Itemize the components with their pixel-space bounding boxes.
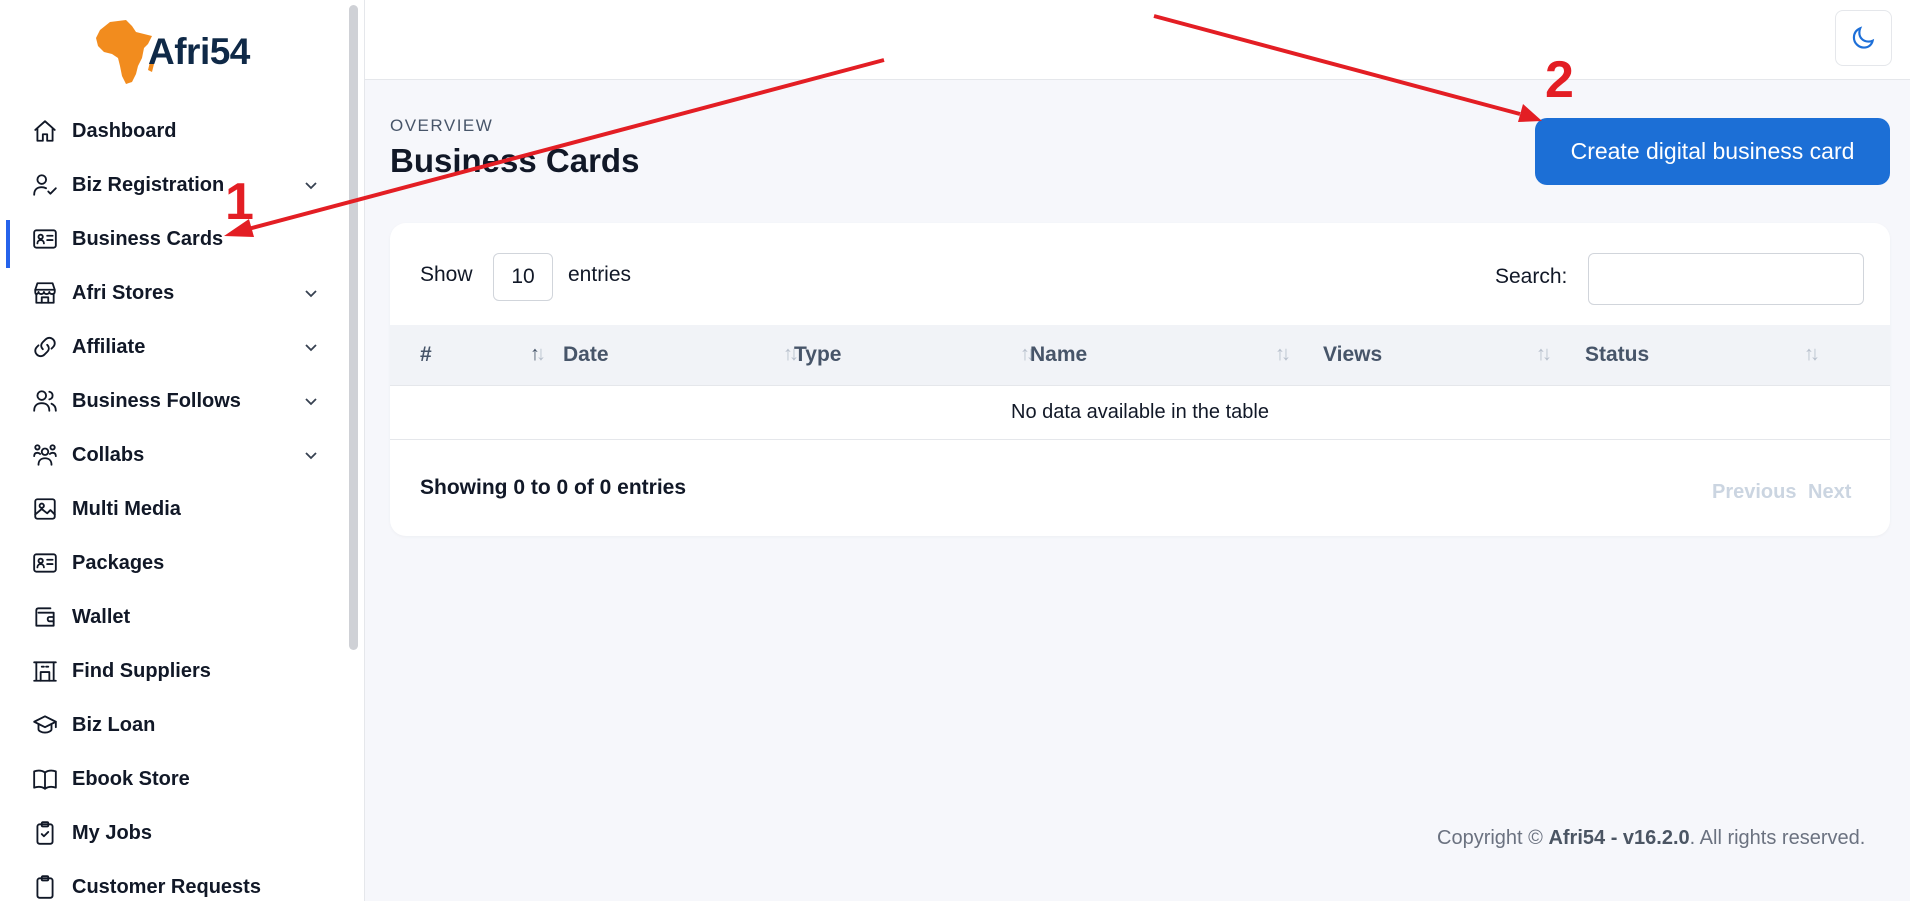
sidebar-item-find-suppliers[interactable]: Find Suppliers <box>0 644 346 698</box>
sidebar-item-label: Biz Registration <box>72 173 225 196</box>
clipboard-icon <box>32 874 58 900</box>
footer-suffix: . All rights reserved. <box>1689 827 1866 849</box>
group-icon <box>32 442 58 468</box>
column-header-type[interactable]: Type <box>794 343 841 367</box>
sidebar-item-label: My Jobs <box>72 821 153 844</box>
sidebar-item-my-jobs[interactable]: My Jobs <box>0 806 346 860</box>
sidebar-item-biz-loan[interactable]: Biz Loan <box>0 698 346 752</box>
sidebar-scrollbar-thumb[interactable] <box>349 5 358 650</box>
topbar <box>365 0 1910 80</box>
chevron-down-icon <box>303 176 319 192</box>
column-header-number[interactable]: # <box>420 343 432 367</box>
table-header: # ↑↓ Date ↑↓ Type ↑↓ Name ↑↓ Views ↑↓ St… <box>390 325 1890 386</box>
moon-icon <box>1852 26 1874 49</box>
user-check-icon <box>32 172 58 198</box>
sort-icon[interactable]: ↑↓ <box>1536 343 1552 366</box>
id-card-icon <box>32 550 58 576</box>
sort-icon[interactable]: ↑↓ <box>1275 343 1291 366</box>
copyright-footer: Copyright © Afri54 - v16.2.0. All rights… <box>1437 827 1865 850</box>
page-overline: OVERVIEW <box>390 116 494 135</box>
chevron-down-icon <box>303 446 319 462</box>
sidebar-item-packages[interactable]: Packages <box>0 536 346 590</box>
entries-label: entries <box>568 263 632 286</box>
sidebar-item-label: Wallet <box>72 605 131 628</box>
annotation-step-1: 1 <box>225 173 254 231</box>
theme-toggle-button[interactable] <box>1835 10 1892 66</box>
chevron-down-icon <box>303 284 319 300</box>
link-icon <box>32 334 58 360</box>
chevron-down-icon <box>303 392 319 408</box>
page-length-select[interactable]: 10 <box>493 253 553 301</box>
business-cards-table-card: Show 10 entries Search: # ↑↓ Date ↑↓ Typ… <box>390 223 1890 536</box>
sidebar-item-business-cards[interactable]: Business Cards <box>0 212 346 268</box>
sidebar-item-label: Biz Loan <box>72 713 156 736</box>
graduation-cap-icon <box>32 712 58 738</box>
store-icon <box>32 280 58 306</box>
column-header-views[interactable]: Views <box>1323 343 1382 367</box>
sidebar-item-business-follows[interactable]: Business Follows <box>0 374 346 428</box>
factory-icon <box>32 658 58 684</box>
search-input[interactable] <box>1588 253 1864 305</box>
image-icon <box>32 496 58 522</box>
sidebar-nav: Dashboard Biz Registration Business Card… <box>0 104 346 901</box>
sidebar: Afri54 Dashboard Biz Registration Busine… <box>0 0 365 901</box>
footer-brand-version: Afri54 - v16.2.0 <box>1548 827 1690 849</box>
users-icon <box>32 388 58 414</box>
sidebar-item-label: Customer Requests <box>72 875 261 898</box>
previous-page-button[interactable]: Previous <box>1712 481 1796 504</box>
wallet-icon <box>32 604 58 630</box>
sort-asc-icon[interactable]: ↑↓ <box>530 343 546 366</box>
sidebar-item-dashboard[interactable]: Dashboard <box>0 104 346 158</box>
sidebar-item-wallet[interactable]: Wallet <box>0 590 346 644</box>
sidebar-item-label: Find Suppliers <box>72 659 211 682</box>
sidebar-item-afri-stores[interactable]: Afri Stores <box>0 266 346 320</box>
sidebar-item-affiliate[interactable]: Affiliate <box>0 320 346 374</box>
sidebar-item-label: Collabs <box>72 443 145 466</box>
column-header-status[interactable]: Status <box>1585 343 1649 367</box>
sidebar-item-multi-media[interactable]: Multi Media <box>0 482 346 536</box>
sidebar-item-customer-requests[interactable]: Customer Requests <box>0 860 346 901</box>
create-business-card-button[interactable]: Create digital business card <box>1535 118 1890 185</box>
show-label: Show <box>420 263 473 286</box>
sidebar-item-label: Business Cards <box>72 227 224 250</box>
column-header-name[interactable]: Name <box>1030 343 1087 367</box>
brand-logo[interactable]: Afri54 <box>92 18 250 86</box>
sidebar-item-ebook-store[interactable]: Ebook Store <box>0 752 346 806</box>
id-card-icon <box>32 226 58 252</box>
sidebar-item-label: Business Follows <box>72 389 241 412</box>
chevron-down-icon <box>303 338 319 354</box>
next-page-button[interactable]: Next <box>1808 481 1851 504</box>
brand-name: Afri54 <box>148 31 250 72</box>
column-header-date[interactable]: Date <box>563 343 609 367</box>
annotation-arrowhead-2 <box>1518 104 1542 122</box>
sidebar-item-label: Dashboard <box>72 119 177 142</box>
sidebar-item-collabs[interactable]: Collabs <box>0 428 346 482</box>
page-title: Business Cards <box>390 142 640 179</box>
home-icon <box>32 118 58 144</box>
sidebar-item-label: Packages <box>72 551 165 574</box>
book-open-icon <box>32 766 58 792</box>
sidebar-item-biz-registration[interactable]: Biz Registration <box>0 158 346 212</box>
table-empty-row: No data available in the table <box>390 385 1890 440</box>
sidebar-item-label: Ebook Store <box>72 767 190 790</box>
search-label: Search: <box>1495 265 1568 288</box>
annotation-step-2: 2 <box>1545 51 1574 109</box>
table-info: Showing 0 to 0 of 0 entries <box>420 476 687 499</box>
sidebar-item-label: Afri Stores <box>72 281 175 304</box>
sidebar-item-label: Multi Media <box>72 497 181 520</box>
sort-icon[interactable]: ↑↓ <box>1804 343 1820 366</box>
clipboard-check-icon <box>32 820 58 846</box>
footer-prefix: Copyright © <box>1437 827 1549 849</box>
sidebar-item-label: Affiliate <box>72 335 146 358</box>
